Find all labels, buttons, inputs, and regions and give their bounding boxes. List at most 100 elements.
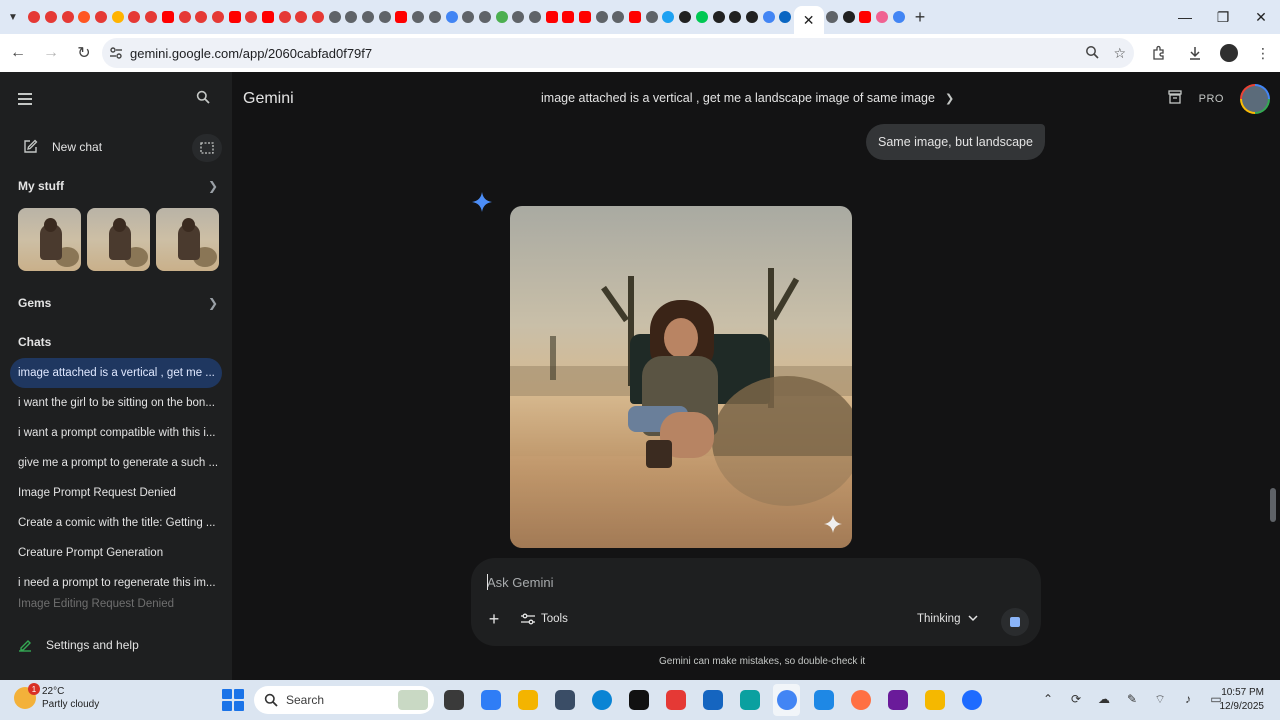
active-tab[interactable]: ✕ xyxy=(793,6,824,34)
tab-search-chevron-icon[interactable]: ▼ xyxy=(0,0,26,34)
tab-favicon-icon[interactable] xyxy=(26,0,43,34)
chat-history-item[interactable]: image attached is a vertical , get me ..… xyxy=(10,358,222,388)
tab-favicon-icon[interactable] xyxy=(527,0,544,34)
tab-favicon-icon[interactable] xyxy=(443,0,460,34)
taskbar-app-icon[interactable] xyxy=(921,684,948,716)
my-stuff-header[interactable]: My stuff ❯ xyxy=(18,176,218,196)
downloads-icon[interactable] xyxy=(1184,42,1206,64)
tab-favicon-icon[interactable] xyxy=(360,0,377,34)
tab-favicon-icon[interactable] xyxy=(410,0,427,34)
site-info-icon[interactable] xyxy=(102,46,130,60)
tab-favicon-icon[interactable] xyxy=(710,0,727,34)
tab-favicon-icon[interactable] xyxy=(126,0,143,34)
taskbar-app-icon[interactable] xyxy=(810,684,837,716)
chat-history-item[interactable]: Create a comic with the title: Getting .… xyxy=(10,508,222,538)
tab-favicon-icon[interactable] xyxy=(840,0,857,34)
tab-favicon-icon[interactable] xyxy=(694,0,711,34)
bookmark-star-icon[interactable]: ☆ xyxy=(1113,45,1126,62)
kebab-menu-icon[interactable]: ⋮ xyxy=(1252,42,1274,64)
chat-history-item[interactable]: Image Prompt Request Denied xyxy=(10,478,222,508)
tab-favicon-icon[interactable] xyxy=(210,0,227,34)
tab-favicon-icon[interactable] xyxy=(343,0,360,34)
model-mode-selector[interactable]: Thinking xyxy=(917,608,978,630)
taskbar-app-icon[interactable] xyxy=(773,684,800,716)
chat-history-item[interactable]: give me a prompt to generate a such ... xyxy=(10,448,222,478)
tab-favicon-icon[interactable] xyxy=(677,0,694,34)
tab-favicon-icon[interactable] xyxy=(610,0,627,34)
tab-favicon-icon[interactable] xyxy=(160,0,177,34)
tab-favicon-icon[interactable] xyxy=(577,0,594,34)
hamburger-menu-icon[interactable] xyxy=(18,90,36,108)
media-thumbnail[interactable] xyxy=(18,208,81,271)
generated-image[interactable] xyxy=(510,206,852,548)
tab-favicon-icon[interactable] xyxy=(744,0,761,34)
address-bar[interactable]: gemini.google.com/app/2060cabfad0f79f7 ☆ xyxy=(102,38,1134,68)
chat-history-item[interactable]: Creature Prompt Generation xyxy=(10,538,222,568)
stop-generation-button[interactable] xyxy=(1001,608,1029,636)
browser-profile-avatar[interactable] xyxy=(1220,44,1238,62)
chat-history-item[interactable]: i need a prompt to regenerate this im... xyxy=(10,568,222,598)
tab-favicon-icon[interactable] xyxy=(393,0,410,34)
reload-icon[interactable]: ↻ xyxy=(69,38,99,68)
pro-badge[interactable]: PRO xyxy=(1199,93,1224,105)
close-tab-icon[interactable]: ✕ xyxy=(803,12,815,29)
conversation-title[interactable]: image attached is a vertical , get me a … xyxy=(541,91,954,105)
tab-favicon-icon[interactable] xyxy=(276,0,293,34)
tab-favicon-icon[interactable] xyxy=(477,0,494,34)
tab-favicon-icon[interactable] xyxy=(760,0,777,34)
prompt-input[interactable] xyxy=(487,572,987,592)
cloud-off-icon[interactable]: ☁ xyxy=(1096,690,1112,708)
taskbar-app-icon[interactable] xyxy=(662,684,689,716)
taskbar-app-icon[interactable] xyxy=(588,684,615,716)
tab-favicon-icon[interactable] xyxy=(427,0,444,34)
chat-history-item[interactable]: Image Editing Request Denied xyxy=(10,598,222,614)
tab-favicon-icon[interactable] xyxy=(660,0,677,34)
taskbar-app-icon[interactable] xyxy=(736,684,763,716)
tab-favicon-icon[interactable] xyxy=(326,0,343,34)
media-thumbnail[interactable] xyxy=(156,208,219,271)
extensions-icon[interactable] xyxy=(1148,42,1170,64)
tab-favicon-icon[interactable] xyxy=(627,0,644,34)
taskbar-clock[interactable]: 10:57 PM 12/9/2025 xyxy=(1220,686,1265,714)
add-attachment-button[interactable]: + xyxy=(483,608,505,630)
wifi-icon[interactable]: ⌔ xyxy=(1152,690,1168,708)
settings-and-help-button[interactable]: Settings and help xyxy=(10,630,210,660)
tab-favicon-icon[interactable] xyxy=(43,0,60,34)
show-hidden-icons-chevron-icon[interactable]: ⌃ xyxy=(1040,690,1056,708)
tab-favicon-icon[interactable] xyxy=(777,0,794,34)
tab-favicon-icon[interactable] xyxy=(510,0,527,34)
tab-favicon-icon[interactable] xyxy=(857,0,874,34)
tab-favicon-icon[interactable] xyxy=(543,0,560,34)
tab-favicon-icon[interactable] xyxy=(76,0,93,34)
taskbar-app-icon[interactable] xyxy=(958,684,985,716)
taskbar-app-icon[interactable] xyxy=(514,684,541,716)
chat-history-item[interactable]: i want a prompt compatible with this i..… xyxy=(10,418,222,448)
tab-favicon-icon[interactable] xyxy=(243,0,260,34)
taskbar-app-icon[interactable] xyxy=(551,684,578,716)
close-window-icon[interactable]: ✕ xyxy=(1242,0,1280,34)
tab-favicon-icon[interactable] xyxy=(143,0,160,34)
tab-favicon-icon[interactable] xyxy=(560,0,577,34)
tab-favicon-icon[interactable] xyxy=(890,0,907,34)
tab-favicon-icon[interactable] xyxy=(643,0,660,34)
taskbar-search[interactable]: Search xyxy=(254,686,434,714)
tab-favicon-icon[interactable] xyxy=(226,0,243,34)
forward-arrow-icon[interactable]: → xyxy=(36,38,66,68)
account-avatar[interactable] xyxy=(1240,84,1270,114)
windows-start-icon[interactable] xyxy=(222,689,244,711)
tab-favicon-icon[interactable] xyxy=(59,0,76,34)
taskbar-app-icon[interactable] xyxy=(625,684,652,716)
gemini-brand[interactable]: Gemini xyxy=(243,90,294,108)
taskbar-app-icon[interactable] xyxy=(440,684,467,716)
volume-icon[interactable]: ♪ xyxy=(1180,690,1196,708)
tab-favicon-icon[interactable] xyxy=(260,0,277,34)
scrollbar-thumb[interactable] xyxy=(1270,488,1276,522)
new-tab-button[interactable]: + xyxy=(907,0,933,34)
minimize-icon[interactable]: — xyxy=(1166,0,1204,34)
taskbar-app-icon[interactable] xyxy=(699,684,726,716)
tab-favicon-icon[interactable] xyxy=(376,0,393,34)
tab-favicon-icon[interactable] xyxy=(593,0,610,34)
chat-history-item[interactable]: i want the girl to be sitting on the bon… xyxy=(10,388,222,418)
tab-favicon-icon[interactable] xyxy=(824,0,841,34)
taskbar-app-icon[interactable] xyxy=(477,684,504,716)
